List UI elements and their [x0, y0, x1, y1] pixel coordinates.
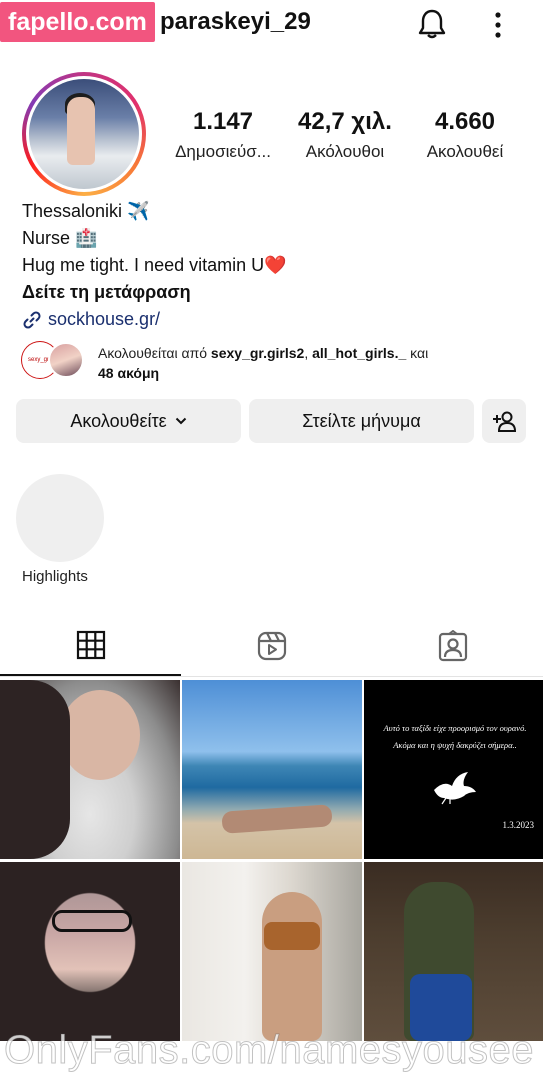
memorial-quote: Αυτό το ταξίδι είχε προορισμό τον ουρανό…	[383, 723, 527, 750]
bio-line-quote: Hug me tight. I need vitamin U❤️	[22, 255, 287, 275]
bio-line-job: Nurse 🏥	[22, 228, 98, 248]
tab-posts[interactable]	[0, 616, 181, 676]
avatar[interactable]	[29, 79, 139, 189]
story-ring[interactable]	[22, 72, 146, 196]
post-thumbnail[interactable]	[0, 862, 180, 1041]
post-thumbnail[interactable]: Αυτό το ταξίδι είχε προορισμό τον ουρανό…	[364, 680, 543, 859]
tabs-divider	[0, 676, 543, 677]
bell-icon[interactable]	[418, 8, 446, 40]
follower-avatar	[48, 342, 84, 378]
top-bar: fapello.com paraskeyi_29	[0, 0, 543, 52]
followers-count: 42,7 χιλ.	[298, 108, 392, 135]
chevron-down-icon	[175, 417, 186, 425]
highlight-new[interactable]	[16, 474, 104, 562]
link-text: sockhouse.gr/	[48, 309, 161, 329]
post-thumbnail[interactable]	[0, 680, 180, 859]
message-button-label: Στείλτε μήνυμα	[302, 410, 421, 431]
suggested-users-button[interactable]	[482, 399, 526, 443]
following-label: Ακολουθεί	[426, 142, 504, 161]
followed-by[interactable]: Ακολουθείται από sexy_gr.girls2, all_hot…	[22, 342, 522, 382]
highlights-label: Highlights	[22, 568, 88, 585]
following-count: 4.660	[434, 108, 496, 135]
follower-username[interactable]: sexy_gr.girls2	[211, 345, 304, 361]
post-thumbnail[interactable]	[182, 862, 362, 1041]
profile-tabs	[0, 616, 543, 676]
stat-posts[interactable]: 1.147 Δημοσιεύσ...	[166, 108, 280, 162]
see-translation-link[interactable]: Δείτε τη μετάφραση	[22, 279, 287, 306]
followers-label: Ακόλουθοι	[305, 142, 385, 161]
add-user-icon	[493, 411, 516, 432]
following-button[interactable]: Ακολουθείτε	[16, 399, 241, 443]
posts-grid: Αυτό το ταξίδι είχε προορισμό τον ουρανό…	[0, 680, 543, 1080]
memorial-date: 1.3.2023	[502, 820, 535, 830]
post-thumbnail[interactable]	[364, 862, 543, 1041]
message-button[interactable]: Στείλτε μήνυμα	[249, 399, 474, 443]
dove-icon	[434, 772, 476, 805]
link-icon	[23, 310, 41, 329]
following-button-label: Ακολουθείτε	[70, 410, 167, 431]
profile-bio: Thessaloniki ✈️ Nurse 🏥 Hug me tight. I …	[22, 198, 287, 333]
more-options-icon[interactable]	[488, 10, 508, 40]
bio-line-location: Thessaloniki ✈️	[22, 201, 150, 221]
tab-reels[interactable]	[181, 616, 362, 676]
followed-by-more[interactable]: 48 ακόμη	[98, 365, 159, 381]
followed-by-text: Ακολουθείται από sexy_gr.girls2, all_hot…	[98, 345, 429, 381]
tab-tagged[interactable]	[362, 616, 543, 676]
grid-icon	[76, 630, 105, 660]
posts-count: 1.147	[192, 108, 254, 135]
profile-username[interactable]: paraskeyi_29	[160, 8, 311, 36]
post-thumbnail[interactable]	[182, 680, 362, 859]
stat-following[interactable]: 4.660 Ακολουθεί	[412, 108, 518, 162]
watermark-text: OnlyFans.com/namesyousee	[3, 1028, 535, 1073]
bio-external-link[interactable]: sockhouse.gr/	[22, 306, 287, 333]
tagged-icon	[438, 630, 467, 662]
follower-username[interactable]: all_hot_girls._	[312, 345, 406, 361]
reels-icon	[257, 631, 286, 661]
stat-followers[interactable]: 42,7 χιλ. Ακόλουθοι	[292, 108, 398, 162]
watermark-logo: fapello.com	[0, 2, 155, 42]
posts-label: Δημοσιεύσ...	[175, 142, 271, 161]
